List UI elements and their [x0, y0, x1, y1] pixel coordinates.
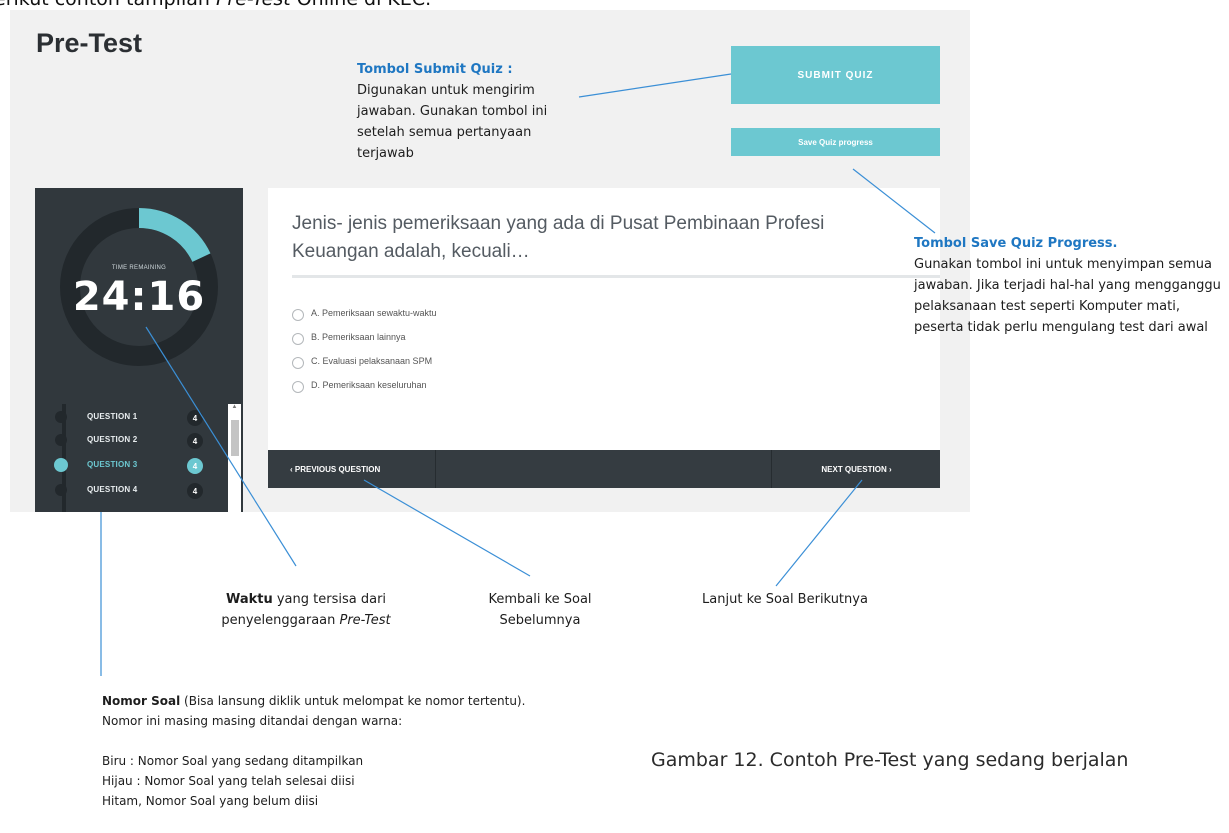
question-navigation-bar: ‹ PREVIOUS QUESTION NEXT QUESTION › — [268, 450, 940, 488]
page-title: Pre-Test — [36, 28, 143, 58]
scroll-up-arrow-icon[interactable]: ▲ — [230, 404, 239, 414]
annotation-previous-question: Kembali ke Soal Sebelumnya — [488, 592, 592, 628]
question-status-dot — [55, 411, 67, 423]
radio-button[interactable] — [292, 381, 304, 393]
question-status-dot — [55, 484, 67, 496]
question-nav-item-2[interactable]: QUESTION 2 4 — [35, 430, 230, 452]
annotation-save-quiz-progress: Tombol Save Quiz Progress. Gunakan tombo… — [914, 233, 1229, 338]
save-quiz-progress-button[interactable]: Save Quiz progress — [731, 128, 940, 156]
annotation-title: Tombol Submit Quiz : — [357, 62, 513, 77]
radio-button[interactable] — [292, 309, 304, 321]
answer-option-d[interactable]: D. Pemeriksaan keseluruhan — [292, 377, 692, 397]
question-label: QUESTION 3 — [87, 460, 138, 469]
document-intro-text: erikut contoh tampilan Pre-Test Online d… — [0, 0, 431, 10]
time-remaining-value: 24:16 — [72, 274, 206, 320]
radio-button[interactable] — [292, 333, 304, 345]
sidebar-panel: TIME REMAINING 24:16 QUESTION 1 4 QUESTI… — [35, 188, 243, 512]
question-card: Jenis- jenis pemeriksaan yang ada di Pus… — [268, 188, 940, 450]
scrollbar-thumb[interactable] — [231, 420, 239, 456]
submit-quiz-button[interactable]: SUBMIT QUIZ — [731, 46, 940, 104]
annotation-body: Digunakan untuk mengirim jawaban. Gunaka… — [357, 83, 548, 161]
question-status-dot — [55, 434, 67, 446]
next-question-button[interactable]: NEXT QUESTION › — [771, 450, 941, 488]
annotation-submit-quiz: Tombol Submit Quiz : Digunakan untuk men… — [357, 59, 577, 164]
option-label: C. Evaluasi pelaksanaan SPM — [311, 356, 433, 366]
question-text: Jenis- jenis pemeriksaan yang ada di Pus… — [292, 213, 825, 262]
question-nav-item-1[interactable]: QUESTION 1 4 — [35, 407, 230, 429]
figure-caption: Gambar 12. Contoh Pre-Test yang sedang b… — [651, 749, 1129, 771]
option-label: D. Pemeriksaan keseluruhan — [311, 380, 427, 390]
annotation-time-remaining: Waktu yang tersisa dari penyelenggaraan … — [221, 592, 391, 628]
question-badge: 4 — [187, 433, 203, 449]
answer-option-a[interactable]: A. Pemeriksaan sewaktu-waktu — [292, 305, 692, 325]
annotation-body: Gunakan tombol ini untuk menyimpan semua… — [914, 257, 1221, 335]
question-badge: 4 — [187, 483, 203, 499]
timer-progress-arc — [138, 208, 211, 263]
annotation-next-question: Lanjut ke Soal Berikutnya — [702, 592, 868, 607]
question-nav-item-4[interactable]: QUESTION 4 4 — [35, 480, 230, 502]
previous-question-button[interactable]: ‹ PREVIOUS QUESTION — [268, 450, 436, 488]
annotation-title: Tombol Save Quiz Progress — [914, 236, 1113, 251]
annotation-question-number: Nomor Soal (Bisa lansung diklik untuk me… — [102, 694, 526, 808]
question-label: QUESTION 4 — [87, 485, 138, 494]
answer-option-b[interactable]: B. Pemeriksaan lainnya — [292, 329, 692, 349]
option-label: B. Pemeriksaan lainnya — [311, 332, 406, 342]
answer-option-c[interactable]: C. Evaluasi pelaksanaan SPM — [292, 353, 692, 373]
option-label: A. Pemeriksaan sewaktu-waktu — [311, 308, 437, 318]
question-label: QUESTION 2 — [87, 435, 138, 444]
question-divider — [292, 275, 940, 278]
question-badge: 4 — [187, 410, 203, 426]
question-nav-item-3[interactable]: QUESTION 3 4 — [35, 455, 230, 477]
radio-button[interactable] — [292, 357, 304, 369]
question-status-dot — [54, 458, 68, 472]
question-label: QUESTION 1 — [87, 412, 138, 421]
time-remaining-label: TIME REMAINING — [111, 265, 167, 271]
question-badge: 4 — [187, 458, 203, 474]
